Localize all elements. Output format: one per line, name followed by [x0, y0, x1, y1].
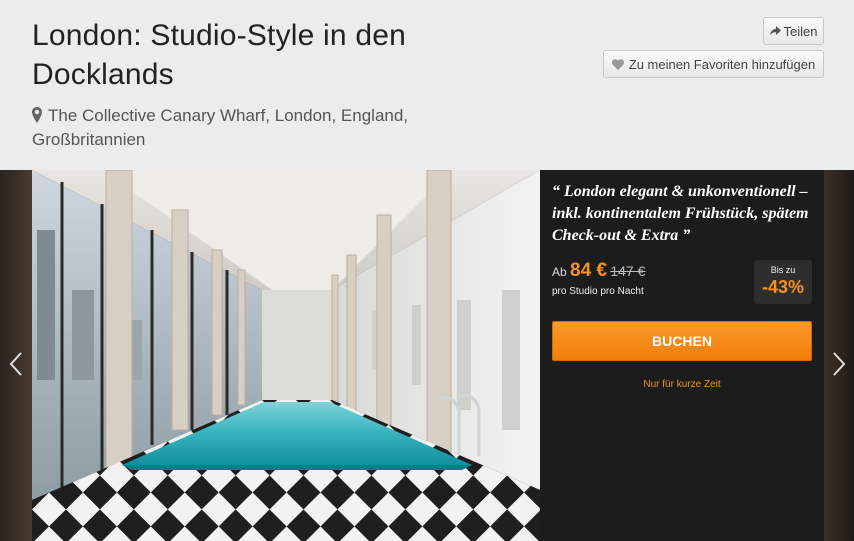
page-title: London: Studio-Style in den Docklands [32, 19, 406, 91]
add-favorite-button[interactable]: Zu meinen Favoriten hinzufügen [603, 50, 824, 78]
share-button[interactable]: Teilen [763, 17, 824, 45]
current-price: 84 € [570, 260, 608, 281]
book-button[interactable]: BUCHEN [552, 321, 812, 361]
image-gallery: “ London elegant & unkonventionell – ink… [0, 170, 854, 541]
offer-panel: “ London elegant & unkonventionell – ink… [540, 170, 824, 541]
discount-badge: Bis zu -43% [754, 260, 812, 304]
chevron-right-icon[interactable] [829, 350, 849, 378]
price-row: Ab 84 € 147 € [552, 260, 645, 282]
discount-label: Bis zu [770, 265, 796, 275]
map-pin-icon [32, 107, 42, 123]
price-unit: pro Studio pro Nacht [552, 286, 644, 297]
chevron-left-icon[interactable] [6, 350, 26, 378]
favorite-label: Zu meinen Favoriten hinzufügen [628, 56, 816, 72]
location-text: The Collective Canary Wharf, London, Eng… [32, 106, 409, 149]
discount-value: -43% [761, 277, 805, 297]
old-price: 147 € [610, 263, 646, 279]
offer-quote: “ London elegant & unkonventionell – ink… [552, 183, 809, 244]
price-prefix: Ab [552, 265, 567, 279]
share-label: Teilen [783, 23, 818, 39]
share-arrow-icon [769, 26, 781, 36]
location-line: The Collective Canary Wharf, London, Eng… [32, 104, 452, 152]
limited-time-note: Nur für kurze Zeit [643, 379, 721, 390]
pool-image [32, 170, 540, 541]
page-header: London: Studio-Style in den Docklands Th… [0, 0, 854, 170]
hotel-pool-photo[interactable] [32, 170, 540, 541]
heart-icon [611, 58, 624, 70]
